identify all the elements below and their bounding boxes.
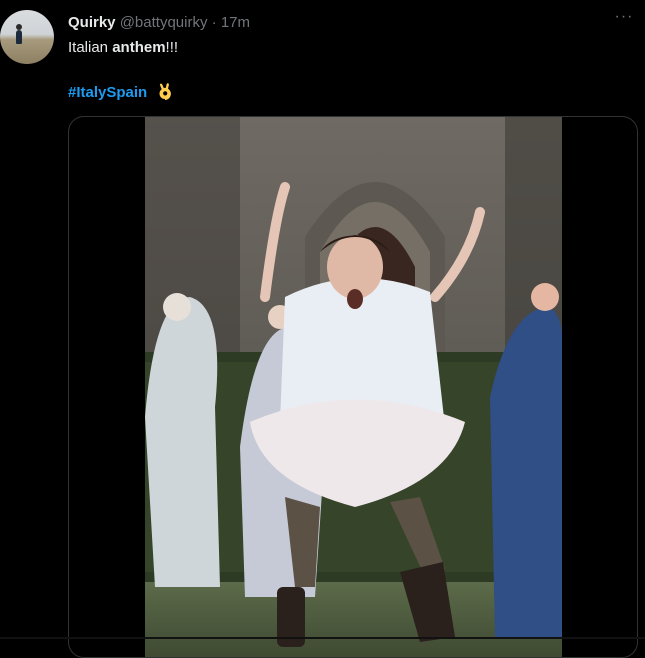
tweet-text-bold: anthem xyxy=(112,39,166,56)
hashtag-line: #ItalySpain xyxy=(68,82,173,103)
media-container[interactable] xyxy=(68,116,638,658)
tweet-header: Quirky @battyquirky · 17m xyxy=(68,14,250,32)
tweet-text-end: !!! xyxy=(165,39,179,56)
display-name[interactable]: Quirky xyxy=(68,14,116,31)
hashtag-link[interactable]: #ItalySpain xyxy=(68,84,147,101)
separator-dot: · xyxy=(211,14,217,31)
video-still-image xyxy=(145,117,562,657)
timestamp[interactable]: 17m xyxy=(221,14,250,31)
tweet[interactable]: Quirky @battyquirky · 17m ··· Italian an… xyxy=(0,0,645,658)
avatar[interactable] xyxy=(0,10,54,64)
tweet-text-start: Italian xyxy=(68,39,113,56)
user-handle[interactable]: @battyquirky xyxy=(120,14,208,31)
video-frame[interactable] xyxy=(145,117,562,657)
tweet-text: Italian anthem!!! xyxy=(68,38,178,58)
ok-hand-icon xyxy=(159,83,172,100)
more-options-icon[interactable]: ··· xyxy=(613,9,635,28)
avatar-figure xyxy=(16,24,22,44)
